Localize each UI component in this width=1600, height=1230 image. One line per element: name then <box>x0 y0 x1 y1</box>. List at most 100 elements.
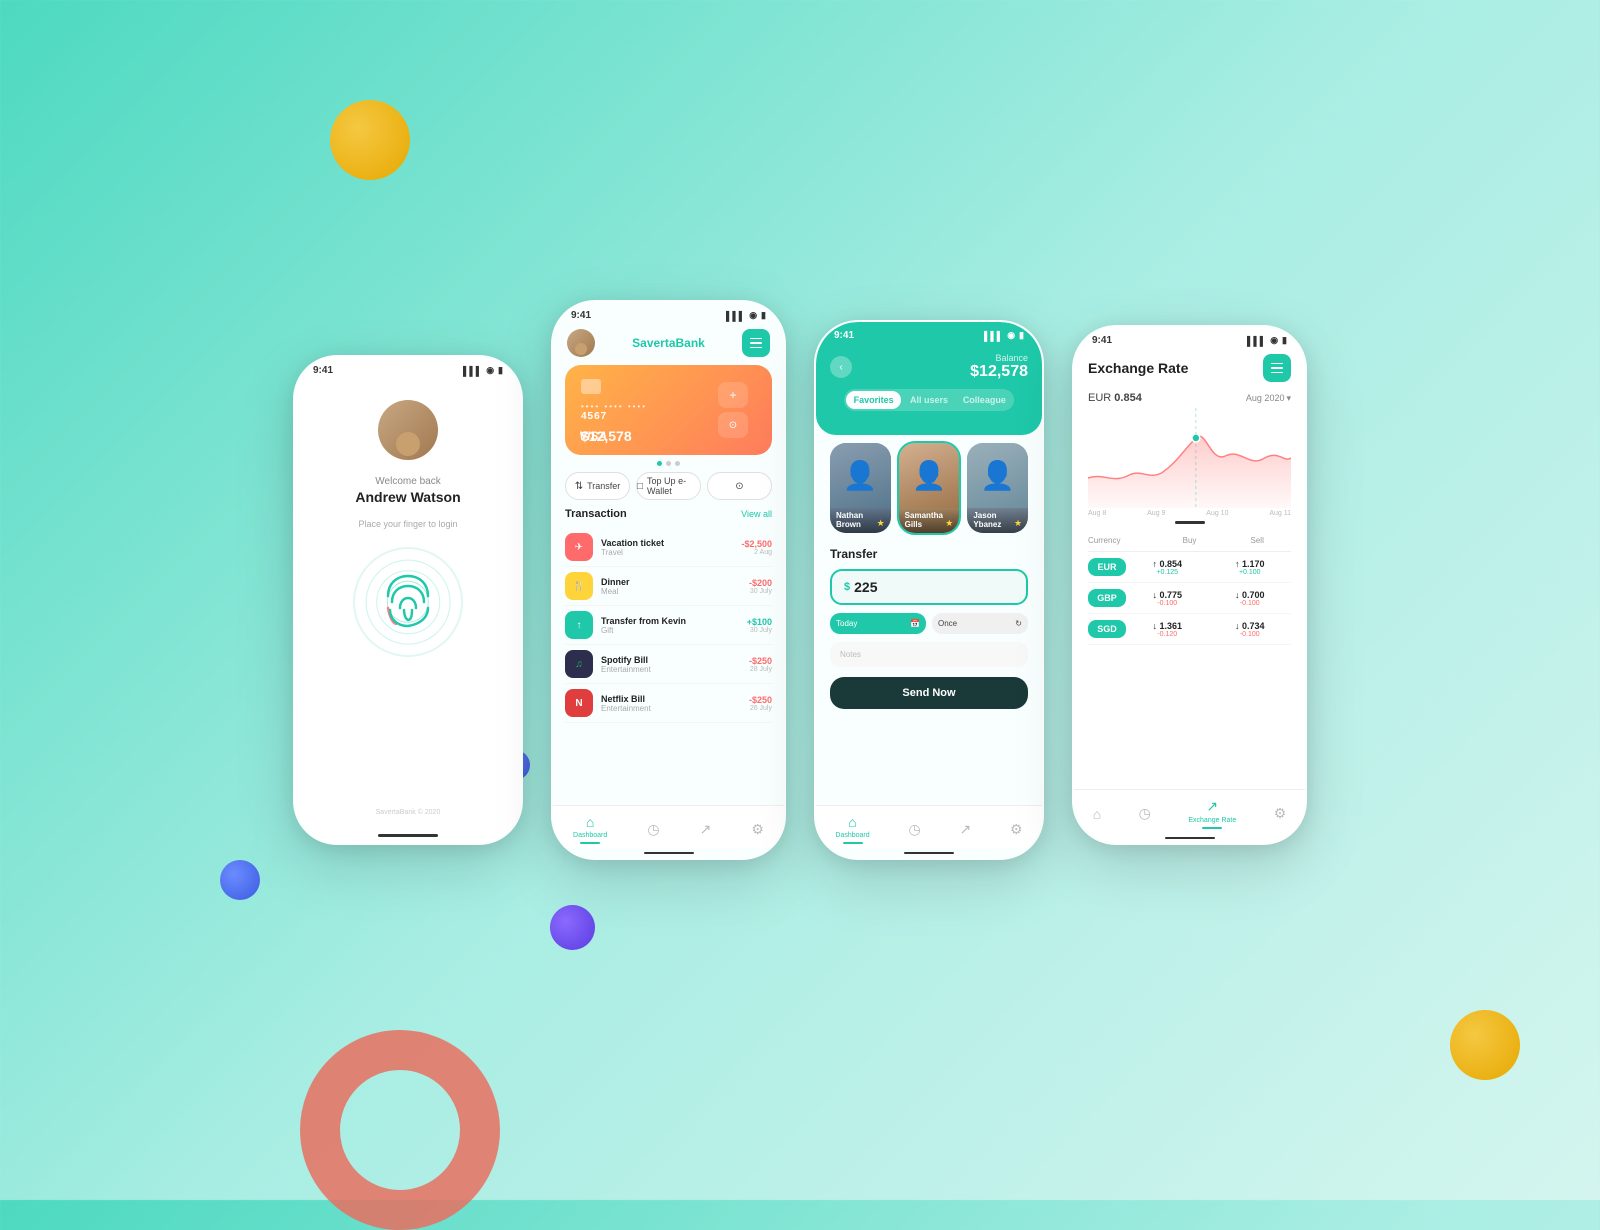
home-icon-3: ⌂ <box>848 814 856 830</box>
exchange-header: Exchange Rate <box>1074 350 1305 390</box>
card-side-controls: + ⊙ <box>718 365 748 455</box>
nav-history-3[interactable]: ◷ <box>908 821 920 838</box>
tx-icon-spotify: ♫ <box>565 650 593 678</box>
nav-exchange-4[interactable]: ↗ Exchange Rate <box>1188 798 1236 829</box>
exchange-menu-btn[interactable] <box>1263 354 1291 382</box>
dashboard-header: SavertaBank <box>553 325 784 365</box>
nav-chart-3[interactable]: ↗ <box>959 821 971 838</box>
contact-photo-nathan: 👤 <box>830 443 891 508</box>
wifi-icon-2: ◉ <box>749 310 757 321</box>
balance-label: Balance <box>970 353 1028 363</box>
col-buy: Buy <box>1156 536 1224 545</box>
fingerprint-area[interactable] <box>353 547 463 657</box>
back-button[interactable]: ‹ <box>830 356 852 378</box>
wifi-icon-3: ◉ <box>1007 330 1015 341</box>
home-indicator-4 <box>1165 837 1215 839</box>
currency-row-sgd[interactable]: SGD ↓ 1.361 -0.120 ↓ 0.734 -0.100 <box>1088 614 1291 645</box>
view-all-link[interactable]: View all <box>741 509 772 519</box>
nav-settings[interactable]: ⚙ <box>751 821 764 838</box>
user-name-1: Andrew Watson <box>355 489 460 505</box>
hamburger-icon-4 <box>1271 363 1283 374</box>
decorative-blob-blue1 <box>220 860 260 900</box>
dot-2 <box>666 461 671 466</box>
home-indicator-2 <box>644 852 694 854</box>
bottom-nav-4: ⌂ ◷ ↗ Exchange Rate ⚙ <box>1074 789 1305 833</box>
nav-settings-4[interactable]: ⚙ <box>1274 805 1287 822</box>
signal-icon-3: ▌▌▌ <box>984 331 1003 341</box>
contact-card-jason[interactable]: 👤 Jason Ybanez ★ <box>967 443 1028 533</box>
status-time-4: 9:41 <box>1092 335 1112 346</box>
battery-icon: ▮ <box>498 365 503 376</box>
visa-card[interactable]: •••• •••• •••• 4567 $12,578 VISA + ⊙ <box>565 365 772 455</box>
nav-history[interactable]: ◷ <box>647 821 659 838</box>
month-selector[interactable]: Aug 2020 ▾ <box>1246 393 1291 404</box>
nav-home-4[interactable]: ⌂ <box>1093 806 1101 822</box>
card-dots <box>565 461 772 466</box>
tab-all-users[interactable]: All users <box>901 391 956 409</box>
tx-details-transfer: Transfer from Kevin Gift <box>601 616 739 635</box>
amount-input[interactable]: $ 225 <box>830 569 1028 605</box>
contacts-tabs: Favorites All users Colleague <box>844 389 1014 411</box>
table-header: Currency Buy Sell <box>1088 534 1291 552</box>
eur-badge: EUR <box>1088 558 1126 576</box>
nav-dashboard-3[interactable]: ⌂ Dashboard <box>835 814 869 844</box>
table-row[interactable]: ↑ Transfer from Kevin Gift +$100 30 July <box>565 606 772 645</box>
table-row[interactable]: N Netflix Bill Entertainment -$250 26 Ju… <box>565 684 772 723</box>
schedule-row: Today 📅 Once ↻ <box>830 613 1028 634</box>
status-bar-2: 9:41 ▌▌▌ ◉ ▮ <box>553 302 784 325</box>
transaction-title: Transaction <box>565 508 627 520</box>
currency-row-gbp[interactable]: GBP ↓ 0.775 -0.100 ↓ 0.700 -0.100 <box>1088 583 1291 614</box>
wifi-icon-4: ◉ <box>1270 335 1278 346</box>
dot-3 <box>675 461 680 466</box>
card-section: •••• •••• •••• 4567 $12,578 VISA + ⊙ <box>553 365 784 472</box>
notes-field[interactable]: Notes <box>830 642 1028 667</box>
status-time-1: 9:41 <box>313 365 333 376</box>
tab-favorites[interactable]: Favorites <box>846 391 901 409</box>
topup-icon: □ <box>637 481 643 492</box>
send-now-button[interactable]: Send Now <box>830 677 1028 709</box>
schedule-today[interactable]: Today 📅 <box>830 613 926 634</box>
status-bar-1: 9:41 ▌▌▌ ◉ ▮ <box>295 357 521 380</box>
chart-label-4: Aug 11 <box>1269 510 1291 517</box>
status-icons-2: ▌▌▌ ◉ ▮ <box>726 310 766 321</box>
schedule-once[interactable]: Once ↻ <box>932 613 1028 634</box>
nav-chart[interactable]: ↗ <box>700 821 712 838</box>
transfer-button[interactable]: ⇅ Transfer <box>565 472 630 500</box>
menu-button[interactable] <box>742 329 770 357</box>
currency-row-eur[interactable]: EUR ↑ 0.854 +0.125 ↑ 1.170 +0.100 <box>1088 552 1291 583</box>
avatar-placeholder <box>575 343 587 355</box>
bottom-nav-3: ⌂ Dashboard ◷ ↗ ⚙ <box>816 805 1042 848</box>
nav-history-4[interactable]: ◷ <box>1139 805 1151 822</box>
card-chip <box>581 379 601 394</box>
balance-amount: $12,578 <box>970 363 1028 381</box>
contact-card-samantha[interactable]: 👤 Samantha Gills ★ <box>899 443 960 533</box>
contact-photo-jason: 👤 <box>967 443 1028 508</box>
transaction-section: Transaction View all ✈ Vacation ticket T… <box>553 508 784 805</box>
table-row[interactable]: ✈ Vacation ticket Travel -$2,500 2 Aug <box>565 528 772 567</box>
tx-details-netflix: Netflix Bill Entertainment <box>601 694 741 713</box>
tx-icon-netflix: N <box>565 689 593 717</box>
more-icon: ⊙ <box>735 481 743 492</box>
decorative-blob-yellow1 <box>330 100 410 180</box>
card-add-btn[interactable]: + <box>718 382 748 408</box>
welcome-text: Welcome back <box>375 476 440 487</box>
status-icons-3: ▌▌▌ ◉ ▮ <box>984 330 1024 341</box>
table-row[interactable]: 🍴 Dinner Meal -$200 30 July <box>565 567 772 606</box>
chart-label-1: Aug 8 <box>1088 510 1106 517</box>
table-row[interactable]: ♫ Spotify Bill Entertainment -$250 28 Ju… <box>565 645 772 684</box>
repeat-icon: ↻ <box>1015 619 1022 628</box>
contact-card-nathan[interactable]: 👤 Nathan Brown ★ <box>830 443 891 533</box>
transfer-form: Transfer $ 225 Today 📅 Once ↻ No <box>816 537 1042 805</box>
exchange-icon-4: ↗ <box>1206 798 1218 815</box>
tab-colleague[interactable]: Colleague <box>957 391 1012 409</box>
topup-button[interactable]: □ Top Up e-Wallet <box>636 472 701 500</box>
tx-details-dinner: Dinner Meal <box>601 577 741 596</box>
bottom-nav-2: ⌂ Dashboard ◷ ↗ ⚙ <box>553 805 784 848</box>
card-lock-btn[interactable]: ⊙ <box>718 412 748 438</box>
status-icons-1: ▌▌▌ ◉ ▮ <box>463 365 503 376</box>
header-avatar[interactable] <box>567 329 595 357</box>
more-button[interactable]: ⊙ <box>707 472 772 500</box>
nav-settings-3[interactable]: ⚙ <box>1010 821 1023 838</box>
calendar-icon: 📅 <box>910 619 920 628</box>
nav-dashboard[interactable]: ⌂ Dashboard <box>573 814 607 844</box>
